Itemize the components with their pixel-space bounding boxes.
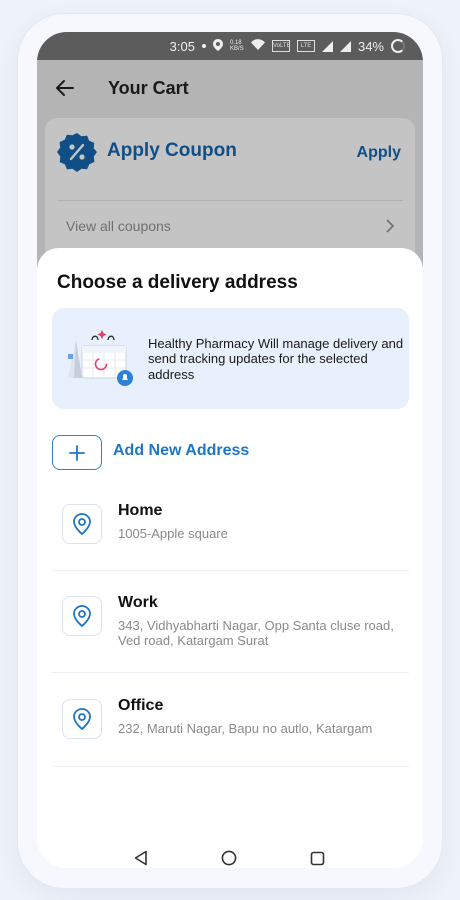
- apply-button[interactable]: Apply: [357, 144, 401, 162]
- apply-coupon-title: Apply Coupon: [107, 140, 237, 161]
- nav-home-icon[interactable]: [221, 850, 237, 866]
- add-address-button[interactable]: [52, 435, 102, 470]
- location-pin-icon: [62, 504, 102, 544]
- battery-icon: [391, 39, 405, 53]
- plus-icon: [69, 444, 85, 461]
- view-all-coupons-link[interactable]: View all coupons: [66, 218, 171, 234]
- chevron-right-icon[interactable]: [385, 219, 395, 233]
- divider: [52, 672, 409, 673]
- address-line: 232, Maruti Nagar, Bapu no autlo, Katarg…: [118, 721, 373, 736]
- delivery-info-card: Healthy Pharmacy Will manage delivery an…: [52, 308, 409, 409]
- delivery-info-text: Healthy Pharmacy Will manage delivery an…: [148, 336, 404, 382]
- battery-percent: 34%: [357, 38, 384, 54]
- status-bar: 3:05 0.18 KB/S VoLTE LTE 34%: [37, 32, 423, 60]
- back-arrow-icon[interactable]: [55, 78, 75, 98]
- address-line: 343, Vidhyabharti Nagar, Opp Santa cluse…: [118, 618, 394, 649]
- location-icon: [212, 38, 223, 54]
- signal-icon-2: [339, 40, 351, 52]
- delivery-address-sheet: Choose a delivery address Healthy Pharma…: [37, 248, 423, 868]
- percent-badge-icon: [57, 133, 97, 172]
- phone-screen: 3:05 0.18 KB/S VoLTE LTE 34% Your Cart A…: [37, 32, 423, 868]
- divider: [57, 200, 403, 201]
- location-pin-icon: [62, 596, 102, 636]
- address-name: Work: [118, 594, 158, 611]
- sheet-title: Choose a delivery address: [57, 272, 298, 293]
- divider: [52, 570, 409, 571]
- notification-dot-icon: [201, 44, 206, 48]
- volte-icon: VoLTE: [271, 40, 291, 52]
- wifi-icon: [250, 39, 265, 53]
- lte-icon: LTE: [296, 40, 315, 52]
- address-item-home[interactable]: Home 1005-Apple square: [52, 502, 409, 572]
- address-line: 1005-Apple square: [118, 526, 228, 541]
- location-pin-icon: [62, 699, 102, 739]
- page-title: Your Cart: [108, 78, 189, 98]
- divider: [52, 766, 409, 767]
- network-speed: 0.18 KB/S: [229, 40, 244, 52]
- address-name: Office: [118, 697, 164, 714]
- status-time: 3:05: [169, 38, 195, 54]
- nav-recents-icon[interactable]: [310, 851, 325, 866]
- add-new-address-link[interactable]: Add New Address: [113, 442, 249, 460]
- address-item-work[interactable]: Work 343, Vidhyabharti Nagar, Opp Santa …: [52, 594, 409, 706]
- address-name: Home: [118, 502, 163, 519]
- calendar-illustration-icon: [68, 330, 133, 386]
- nav-back-icon[interactable]: [133, 850, 149, 866]
- signal-icon-1: [321, 40, 333, 52]
- address-item-office[interactable]: Office 232, Maruti Nagar, Bapu no autlo,…: [52, 697, 409, 779]
- app-header: Your Cart: [37, 60, 423, 116]
